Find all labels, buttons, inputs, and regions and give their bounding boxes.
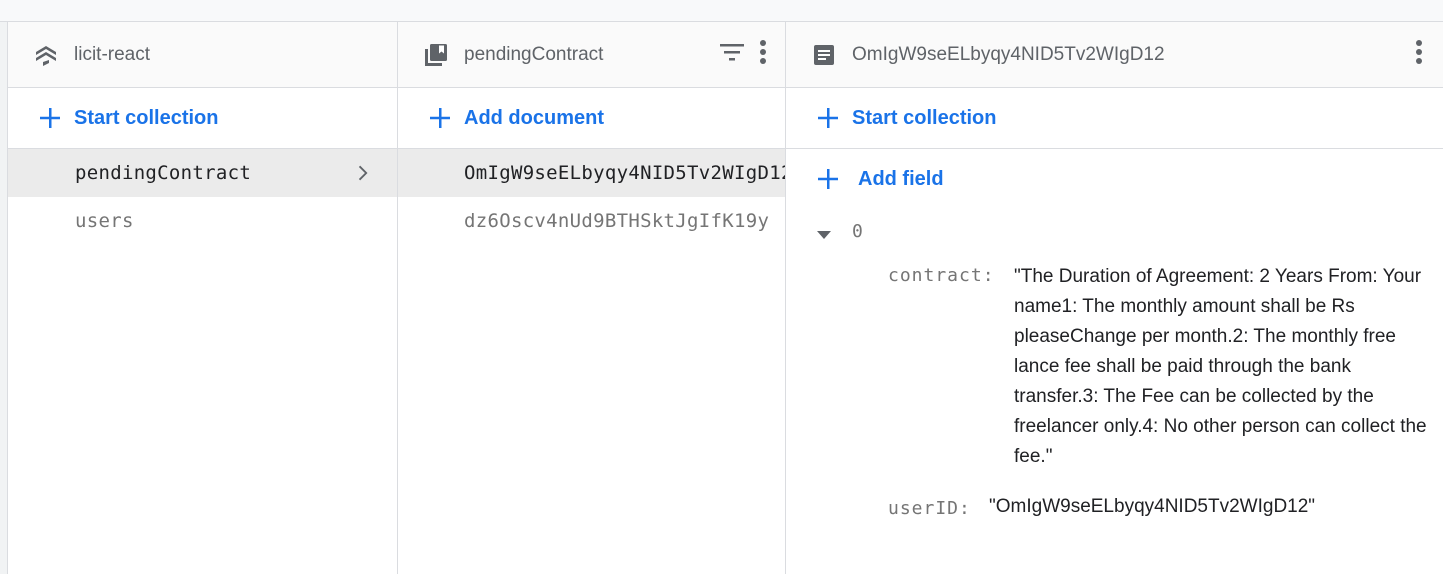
start-collection-label: Start collection bbox=[74, 106, 219, 129]
field-value-contract[interactable]: "The Duration of Agreement: 2 Years From… bbox=[1014, 262, 1429, 472]
field-key-userID: userID: bbox=[888, 498, 971, 519]
plus-icon bbox=[818, 108, 838, 128]
array-index-key: 0 bbox=[852, 221, 863, 242]
collection-item-label: pendingContract bbox=[75, 162, 252, 184]
more-vert-icon[interactable] bbox=[759, 39, 767, 70]
document-item-selected[interactable]: OmIgW9seELbyqy4NID5Tv2WIgD12 bbox=[398, 149, 785, 197]
chevron-right-icon bbox=[358, 165, 368, 181]
collection-item-users[interactable]: users bbox=[8, 197, 397, 245]
collection-panel: pendingContract Add document OmIgW9seELb… bbox=[398, 22, 786, 574]
collection-title: pendingContract bbox=[464, 43, 604, 65]
firestore-project-icon bbox=[32, 41, 60, 69]
more-vert-icon[interactable] bbox=[1415, 39, 1423, 70]
field-tree: Add field 0 contract: "The Duration of A… bbox=[786, 149, 1443, 519]
document-item[interactable]: dz6Oscv4nUd9BTHSktJgIfK19y bbox=[398, 197, 785, 245]
document-title: OmIgW9seELbyqy4NID5Tv2WIgD12 bbox=[852, 43, 1165, 65]
field-key-contract: contract: bbox=[888, 265, 995, 286]
field-value-userID[interactable]: "OmIgW9seELbyqy4NID5Tv2WIgD12" bbox=[989, 492, 1315, 522]
document-item-label: dz6Oscv4nUd9BTHSktJgIfK19y bbox=[464, 210, 770, 232]
top-bar bbox=[0, 0, 1443, 22]
plus-icon bbox=[40, 108, 60, 128]
add-document-button[interactable]: Add document bbox=[398, 88, 785, 149]
root-panel: licit-react Start collection pendingCont… bbox=[8, 22, 398, 574]
collapse-arrow-icon[interactable] bbox=[814, 227, 834, 243]
document-icon bbox=[810, 41, 838, 69]
collection-icon bbox=[422, 41, 450, 69]
project-title: licit-react bbox=[74, 43, 151, 65]
collection-item-label: users bbox=[75, 210, 134, 232]
start-subcollection-button[interactable]: Start collection bbox=[786, 88, 1443, 149]
document-panel-header: OmIgW9seELbyqy4NID5Tv2WIgD12 bbox=[786, 22, 1443, 88]
left-gutter bbox=[0, 22, 8, 574]
start-subcollection-label: Start collection bbox=[852, 106, 997, 129]
document-item-label: OmIgW9seELbyqy4NID5Tv2WIgD12 bbox=[464, 162, 786, 184]
root-panel-header: licit-react bbox=[8, 22, 397, 88]
document-panel: OmIgW9seELbyqy4NID5Tv2WIgD12 Start colle… bbox=[786, 22, 1443, 574]
plus-icon bbox=[818, 169, 838, 189]
start-collection-button[interactable]: Start collection bbox=[8, 88, 397, 149]
add-field-label: Add field bbox=[858, 167, 944, 190]
filter-icon[interactable] bbox=[719, 41, 745, 68]
add-document-label: Add document bbox=[464, 106, 604, 129]
plus-icon bbox=[430, 108, 450, 128]
collection-panel-header: pendingContract bbox=[398, 22, 785, 88]
collection-item-pendingContract[interactable]: pendingContract bbox=[8, 149, 397, 197]
add-field-button[interactable]: Add field bbox=[786, 149, 1443, 209]
